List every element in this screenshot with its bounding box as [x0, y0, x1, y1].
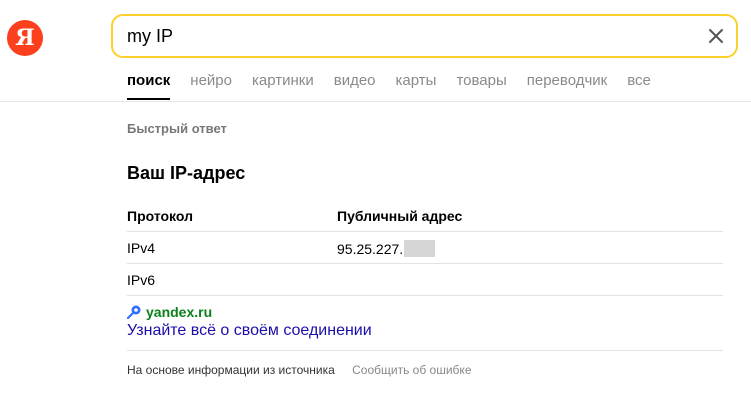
quick-answer-label: Быстрый ответ [127, 121, 227, 136]
table-row: IPv6 [127, 264, 723, 296]
tab-products[interactable]: товары [456, 72, 506, 100]
answer-footer: На основе информации из источника Сообщи… [127, 363, 472, 377]
tab-translator[interactable]: переводчик [527, 72, 607, 100]
header-protocol: Протокол [127, 208, 193, 224]
row-protocol: IPv6 [127, 272, 156, 288]
header-divider [0, 101, 751, 102]
tab-all[interactable]: все [627, 72, 651, 100]
search-input[interactable] [127, 16, 687, 56]
close-icon[interactable] [706, 26, 726, 46]
source-note: На основе информации из источника [127, 363, 335, 377]
source-name[interactable]: yandex.ru [146, 304, 212, 320]
tab-search[interactable]: поиск [127, 72, 171, 100]
table-row: IPv4 95.25.227. [127, 232, 723, 264]
search-box[interactable] [111, 14, 738, 58]
answer-title: Ваш IP-адрес [127, 163, 246, 183]
table-header-row: Протокол Публичный адрес [127, 200, 723, 232]
tab-video[interactable]: видео [334, 72, 376, 100]
row-address: 95.25.227. [337, 240, 436, 257]
address-value: 95.25.227. [337, 241, 404, 257]
ip-table: Протокол Публичный адрес IPv4 95.25.227.… [127, 200, 723, 296]
yandex-connection-icon [127, 305, 141, 319]
source[interactable]: yandex.ru [127, 304, 212, 320]
row-protocol: IPv4 [127, 240, 156, 256]
tab-neuro[interactable]: нейро [190, 72, 232, 100]
footer-divider [127, 350, 723, 351]
report-error-link[interactable]: Сообщить об ошибке [352, 363, 471, 377]
redacted-mask [404, 240, 436, 257]
tab-maps[interactable]: карты [396, 72, 437, 100]
tab-images[interactable]: картинки [252, 72, 314, 100]
connection-info-link[interactable]: Узнайте всё о своём соединении [127, 322, 372, 340]
yandex-logo[interactable]: Я [7, 20, 43, 56]
header-address: Публичный адрес [337, 208, 463, 224]
search-tabs: поиск нейро картинки видео карты товары … [127, 72, 671, 100]
